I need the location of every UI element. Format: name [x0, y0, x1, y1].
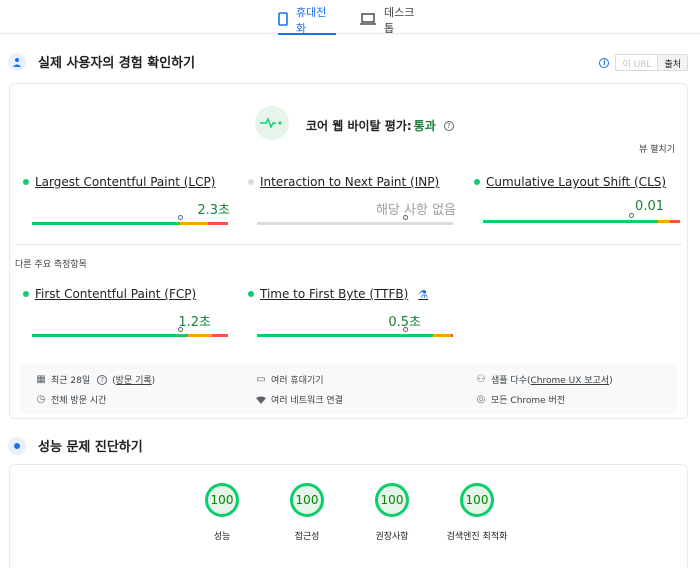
samples-suffix: )	[609, 376, 613, 386]
samples-info: ⚇ 샘플 다수(Chrome UX 보고서)	[476, 373, 613, 386]
metric-ttfb: Time to First Byte (TTFB) ⚗ 0.5초	[248, 287, 453, 337]
metric-inp-distribution-bar	[257, 222, 453, 225]
duration-text: 전체 방문 시간	[51, 396, 107, 406]
visit-history-link[interactable]: 방문 기록	[116, 376, 152, 386]
metric-fcp-distribution-bar	[32, 334, 228, 337]
metric-cls-distribution-bar	[483, 220, 680, 223]
field-data-card: 코어 웹 바이탈 평가: 통과 ? 뷰 펼치기 Largest Contentf…	[9, 83, 688, 419]
metric-fcp: First Contentful Paint (FCP) 1.2초	[23, 287, 228, 337]
timer-icon: ◷	[36, 394, 46, 405]
status-dot-none-icon	[248, 179, 254, 185]
flask-icon: ⚗	[418, 287, 429, 301]
field-data-header: 실제 사용자의 경험 확인하기	[8, 52, 195, 71]
metric-lcp-marker	[178, 215, 183, 220]
field-data-title: 실제 사용자의 경험 확인하기	[38, 56, 196, 71]
metric-inp: Interaction to Next Paint (INP) 해당 사항 없음	[248, 175, 456, 225]
expand-view-link[interactable]: 뷰 펼치기	[639, 142, 675, 155]
score-label: 성능	[213, 532, 231, 542]
devices-icon: ▭	[256, 374, 266, 385]
metric-inp-value: 해당 사항 없음	[375, 203, 456, 218]
score-gauge: 100	[460, 483, 494, 517]
tab-mobile[interactable]: 휴대전화	[278, 6, 336, 35]
calendar-icon: ▦	[36, 374, 46, 385]
info-icon[interactable]: i	[599, 57, 610, 68]
tab-desktop[interactable]: 데스크톱	[360, 6, 422, 35]
phone-icon	[278, 11, 288, 29]
metric-lcp-value: 2.3초	[197, 203, 230, 218]
chrome-text: 모든 Chrome 버전	[491, 396, 566, 406]
laptop-icon	[360, 12, 376, 28]
cwv-assessment: 코어 웹 바이탈 평가: 통과 ?	[306, 117, 454, 134]
origin-option[interactable]: 출처	[657, 55, 687, 70]
device-tabs: 휴대전화 데스크톱	[0, 0, 700, 35]
metric-lcp: Largest Contentful Paint (LCP) 2.3초	[23, 175, 230, 225]
help-icon[interactable]: ?	[443, 120, 454, 131]
metric-ttfb-distribution-bar	[257, 334, 453, 337]
other-metrics-title: 다른 주요 측정항목	[15, 260, 87, 270]
period-text: 최근 28일	[51, 376, 91, 386]
devices-text: 여러 휴대기기	[271, 376, 324, 386]
status-dot-good-icon	[474, 179, 480, 185]
tab-desktop-label: 데스크톱	[384, 6, 415, 35]
status-dot-good-icon	[23, 291, 29, 297]
users-icon	[8, 52, 26, 71]
score-label: 검색엔진 최적화	[446, 532, 508, 542]
score-gauge: 100	[375, 483, 409, 517]
metric-fcp-value: 1.2초	[178, 315, 211, 330]
people-icon: ⚇	[476, 374, 486, 385]
score-seo[interactable]: 100 검색엔진 최적화	[422, 483, 532, 542]
url-origin-switch: 이 URL 출처	[615, 54, 688, 71]
metric-fcp-name[interactable]: First Contentful Paint (FCP)	[35, 287, 196, 301]
lighthouse-icon	[8, 436, 26, 455]
score-gauge: 100	[205, 483, 239, 517]
diagnose-card: 100 성능 100 접근성 100 권장사항 100 검색엔진 최적화	[9, 464, 688, 568]
cwv-prefix: 코어 웹 바이탈 평가:	[306, 119, 412, 133]
help-icon[interactable]: ?	[97, 374, 108, 385]
heartbeat-icon	[255, 106, 289, 140]
status-dot-good-icon	[23, 179, 29, 185]
devices-info: ▭ 여러 휴대기기	[256, 373, 324, 386]
samples-prefix: 샘플 다수(	[491, 376, 531, 386]
network-text: 여러 네트워크 연결	[271, 396, 343, 406]
url-option[interactable]: 이 URL	[616, 55, 657, 70]
network-info: 여러 네트워크 연결	[256, 393, 343, 406]
score-label: 접근성	[294, 532, 320, 542]
url-origin-toggle: i 이 URL 출처	[599, 54, 688, 71]
cwv-result: 통과	[413, 119, 436, 133]
data-source-info: ▦ 최근 28일 ? (방문 기록) ▭ 여러 휴대기기 ⚇ 샘플 다수(Chr…	[20, 364, 677, 414]
duration-info: ◷ 전체 방문 시간	[36, 393, 107, 406]
metric-lcp-distribution-bar	[32, 222, 228, 225]
metric-ttfb-marker	[403, 327, 408, 332]
wifi-icon	[256, 395, 266, 405]
metric-lcp-name[interactable]: Largest Contentful Paint (LCP)	[35, 175, 215, 189]
tab-mobile-label: 휴대전화	[296, 6, 327, 35]
metric-cls-marker	[629, 213, 634, 218]
metric-inp-marker	[403, 215, 408, 220]
diagnose-title: 성능 문제 진단하기	[38, 440, 143, 455]
diagnose-header: 성능 문제 진단하기	[8, 436, 143, 455]
metric-cls-name[interactable]: Cumulative Layout Shift (CLS)	[486, 175, 666, 189]
metric-fcp-marker	[178, 327, 183, 332]
period-info: ▦ 최근 28일 ? (방문 기록)	[36, 374, 156, 386]
metric-cls-value: 0.01	[635, 199, 664, 214]
score-label: 권장사항	[375, 532, 409, 542]
chrome-info: ◎ 모든 Chrome 버전	[476, 393, 566, 406]
score-gauge: 100	[290, 483, 324, 517]
crux-report-link[interactable]: Chrome UX 보고서	[531, 376, 610, 386]
chrome-icon: ◎	[476, 394, 486, 405]
metric-ttfb-name[interactable]: Time to First Byte (TTFB)	[260, 287, 408, 301]
metric-inp-name[interactable]: Interaction to Next Paint (INP)	[260, 175, 439, 189]
metric-cls: Cumulative Layout Shift (CLS) 0.01	[474, 175, 680, 223]
divider	[15, 244, 682, 245]
status-dot-good-icon	[248, 291, 254, 297]
